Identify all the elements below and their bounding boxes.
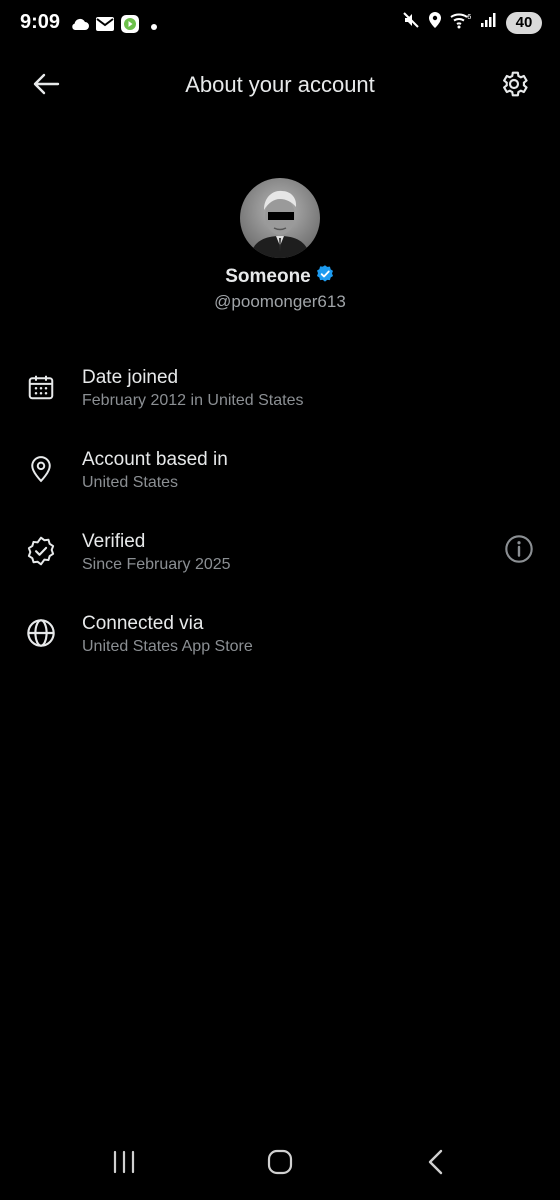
gear-icon	[498, 68, 530, 105]
profile-section: Someone @poomonger613	[0, 178, 560, 312]
back-icon	[426, 1149, 446, 1180]
status-left-icons	[70, 14, 157, 39]
info-label: Date joined	[82, 367, 179, 388]
recent-apps-button[interactable]	[102, 1142, 146, 1186]
svg-text:6: 6	[467, 13, 472, 21]
signal-icon	[480, 12, 498, 33]
settings-button[interactable]	[496, 68, 532, 104]
info-value: Since February 2025	[82, 556, 231, 573]
mute-icon	[402, 11, 420, 34]
avatar[interactable]	[240, 178, 320, 258]
verified-badge-icon[interactable]	[315, 264, 335, 289]
location-pin-icon	[24, 452, 58, 486]
list-item-connected-via: Connected via United States App Store	[0, 606, 560, 688]
info-value: United States App Store	[82, 638, 253, 655]
verified-check-icon	[24, 534, 58, 568]
list-item-verified: Verified Since February 2025	[0, 524, 560, 606]
globe-icon	[24, 616, 58, 650]
verified-info-button[interactable]	[502, 534, 536, 568]
display-name: Someone	[225, 265, 311, 287]
notification-dot-icon	[151, 23, 157, 30]
home-button[interactable]	[258, 1142, 302, 1186]
page-title: About your account	[185, 72, 375, 97]
info-label: Account based in	[82, 449, 228, 470]
info-label: Connected via	[82, 613, 204, 634]
info-text: Connected via United States App Store	[82, 613, 253, 656]
location-icon	[428, 11, 442, 34]
nav-back-button[interactable]	[414, 1142, 458, 1186]
info-text: Date joined February 2012 in United Stat…	[82, 367, 303, 410]
calendar-icon	[24, 370, 58, 404]
info-label: Verified	[82, 531, 146, 552]
mail-icon	[95, 16, 115, 37]
wifi-6-icon: 6	[450, 11, 472, 34]
handle: @poomonger613	[214, 292, 346, 311]
cloud-icon	[70, 17, 90, 36]
battery-icon: 40	[506, 11, 542, 34]
recent-apps-icon	[111, 1150, 137, 1179]
app-notification-icon	[120, 14, 140, 39]
info-icon	[503, 533, 535, 570]
status-right-icons: 6 40	[402, 11, 542, 34]
info-value: United States	[82, 474, 179, 491]
status-bar: 9:09 6 40	[0, 0, 560, 50]
header: About your account	[0, 56, 560, 116]
name-row: Someone	[0, 264, 560, 289]
list-item-date-joined: Date joined February 2012 in United Stat…	[0, 360, 560, 442]
status-time: 9:09	[20, 11, 61, 33]
info-text: Verified Since February 2025	[82, 531, 231, 574]
info-value: February 2012 in United States	[82, 392, 304, 409]
list-item-account-based-in: Account based in United States	[0, 442, 560, 524]
account-info-list: Date joined February 2012 in United Stat…	[0, 360, 560, 688]
home-icon	[267, 1149, 293, 1180]
info-text: Account based in United States	[82, 449, 228, 492]
system-nav-bar	[0, 1128, 560, 1200]
